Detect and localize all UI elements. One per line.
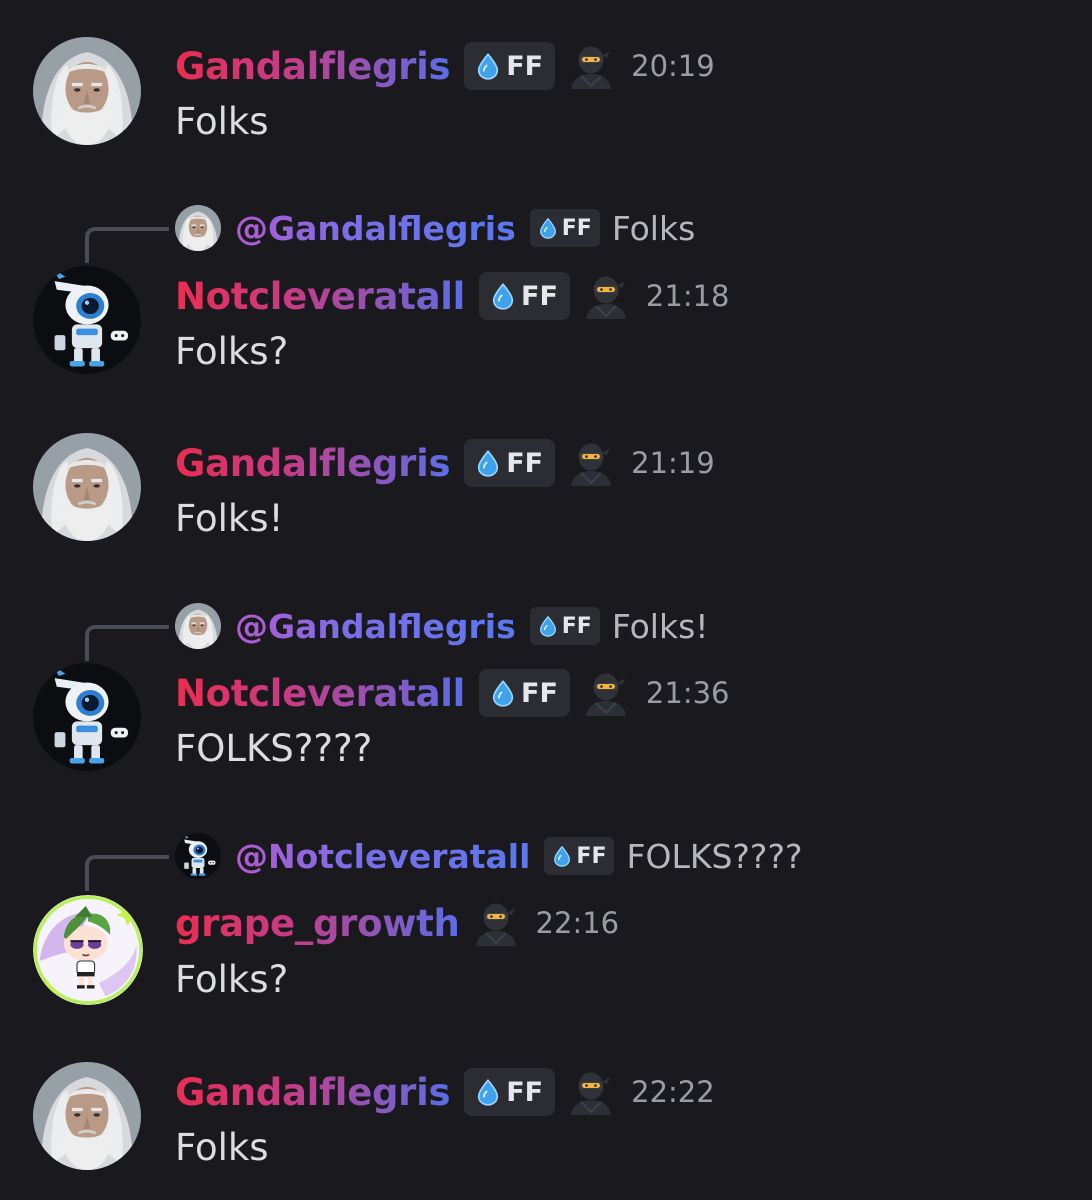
reply-text: Folks! [611, 606, 709, 646]
server-tag[interactable]: FF [479, 669, 570, 717]
reply-tag-label: FF [561, 613, 592, 639]
server-tag-label: FF [521, 280, 558, 312]
username[interactable]: grape_growth [175, 902, 460, 945]
reply-server-tag: FF [529, 607, 600, 645]
message-text: Folks? [175, 958, 289, 1001]
server-tag-label: FF [521, 677, 558, 709]
reply-server-tag: FF [529, 209, 600, 247]
robot-avatar[interactable] [33, 266, 141, 374]
water-drop-icon [474, 449, 502, 477]
ninja-emoji-icon [567, 42, 615, 90]
gandalf-avatar[interactable] [33, 433, 141, 541]
timestamp[interactable]: 22:22 [631, 1075, 715, 1109]
robot-avatar[interactable] [33, 663, 141, 771]
timestamp[interactable]: 20:19 [631, 49, 715, 83]
username[interactable]: Gandalflegris [175, 442, 451, 485]
water-drop-icon [489, 282, 517, 310]
server-tag[interactable]: FF [479, 272, 570, 320]
reply-text: Folks [611, 208, 696, 248]
message-header: Notcleveratall FF 21:18 [175, 268, 730, 324]
ninja-emoji-icon [472, 899, 520, 947]
server-tag-label: FF [506, 1076, 544, 1108]
gandalf-avatar [175, 603, 221, 649]
username[interactable]: Notcleveratall [175, 672, 465, 715]
timestamp[interactable]: 21:19 [631, 446, 715, 480]
reply-connector [85, 855, 169, 891]
water-drop-icon [551, 845, 573, 867]
reply-username[interactable]: @Gandalflegris [235, 607, 516, 646]
message-text: Folks [175, 100, 269, 143]
reply-username[interactable]: @Gandalflegris [235, 209, 516, 248]
water-drop-icon [537, 615, 559, 637]
message-text: Folks [175, 1126, 269, 1169]
gandalf-avatar [175, 205, 221, 251]
message-header: grape_growth 22:16 [175, 895, 619, 951]
timestamp[interactable]: 21:18 [646, 279, 730, 313]
robot-avatar [175, 833, 221, 879]
username[interactable]: Notcleveratall [175, 275, 465, 318]
server-tag-label: FF [506, 50, 544, 82]
ninja-emoji-icon [567, 1068, 615, 1116]
username[interactable]: Gandalflegris [175, 45, 451, 88]
gandalf-avatar[interactable] [33, 1062, 141, 1170]
message-header: Gandalflegris FF 20:19 [175, 38, 715, 94]
reply-connector [85, 227, 169, 263]
username[interactable]: Gandalflegris [175, 1071, 451, 1114]
message-text: Folks? [175, 330, 289, 373]
reply-connector [85, 625, 169, 661]
server-tag[interactable]: FF [464, 439, 556, 487]
cartoon-girl-avatar[interactable] [33, 895, 143, 1005]
server-tag[interactable]: FF [464, 42, 556, 90]
water-drop-icon [474, 52, 502, 80]
water-drop-icon [537, 217, 559, 239]
message-text: Folks! [175, 497, 284, 540]
message-header: Gandalflegris FF 21:19 [175, 435, 715, 491]
server-tag[interactable]: FF [464, 1068, 556, 1116]
reply-server-tag: FF [544, 837, 615, 875]
timestamp[interactable]: 22:16 [536, 906, 620, 940]
reply-tag-label: FF [561, 215, 592, 241]
water-drop-icon [489, 679, 517, 707]
reply-text: FOLKS???? [626, 836, 803, 876]
reply-username[interactable]: @Notcleveratall [235, 837, 530, 876]
gandalf-avatar[interactable] [33, 37, 141, 145]
message-text: FOLKS???? [175, 727, 373, 770]
reply-tag-label: FF [576, 843, 607, 869]
ninja-emoji-icon [567, 439, 615, 487]
water-drop-icon [474, 1078, 502, 1106]
timestamp[interactable]: 21:36 [646, 676, 730, 710]
server-tag-label: FF [506, 447, 544, 479]
ninja-emoji-icon [582, 272, 630, 320]
message-header: Notcleveratall FF 21:36 [175, 665, 730, 721]
ninja-emoji-icon [582, 669, 630, 717]
message-header: Gandalflegris FF 22:22 [175, 1064, 715, 1120]
